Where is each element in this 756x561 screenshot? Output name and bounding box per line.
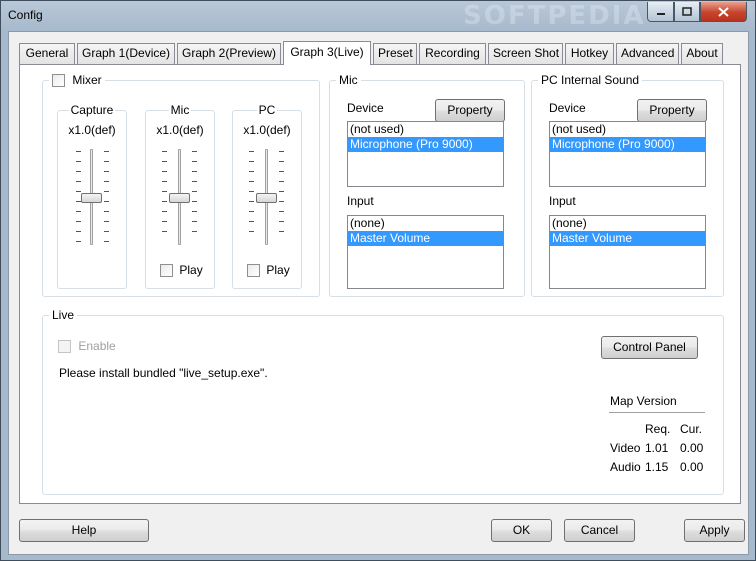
- map-row-audio-cur: 0.00: [680, 460, 704, 474]
- pc-input-list[interactable]: (none) Master Volume: [549, 215, 706, 289]
- enable-checkbox[interactable]: [58, 340, 71, 354]
- pc-ticks-left: [249, 151, 255, 241]
- title-bar[interactable]: Config SOFTPEDIA: [1, 1, 755, 31]
- live-group-title: Live: [49, 308, 78, 322]
- mixer-group: Mixer Capture x1.0(def) Mic x1.0(def) Pl…: [42, 73, 320, 297]
- control-panel-button[interactable]: Control Panel: [601, 336, 698, 359]
- list-item[interactable]: (not used): [348, 122, 503, 137]
- mixer-checkbox-row[interactable]: Mixer: [49, 73, 105, 88]
- tab-screen-shot[interactable]: Screen Shot: [488, 43, 563, 64]
- graph3-live-panel: Mixer Capture x1.0(def) Mic x1.0(def) Pl…: [19, 64, 741, 504]
- mic-device-list[interactable]: (not used) Microphone (Pro 9000): [347, 121, 504, 187]
- map-row-audio-req: 1.15: [645, 460, 669, 474]
- map-version-title: Map Version: [610, 394, 677, 408]
- map-row-video-cur: 0.00: [680, 441, 704, 455]
- mic-play-row[interactable]: Play: [160, 263, 203, 278]
- list-item[interactable]: Master Volume: [348, 231, 503, 246]
- mic-group-title: Mic: [336, 73, 361, 87]
- tab-hotkey[interactable]: Hotkey: [565, 43, 614, 64]
- pc-sound-group-title: PC Internal Sound: [538, 73, 643, 87]
- mic-ticks-right: [192, 151, 198, 241]
- pc-slider-value: x1.0(def): [243, 123, 291, 137]
- pc-slider-box: PC x1.0(def) Play: [232, 103, 302, 289]
- map-row-audio-name: Audio: [610, 460, 641, 474]
- mic-device-label: Device: [347, 101, 384, 115]
- mixer-label: Mixer: [72, 73, 102, 87]
- window-title: Config: [8, 8, 43, 22]
- live-group: Live Enable Please install bundled "live…: [42, 308, 724, 495]
- mic-slider-title: Mic: [168, 103, 192, 117]
- pc-input-label: Input: [549, 194, 576, 208]
- list-item[interactable]: (none): [550, 216, 705, 231]
- maximize-button[interactable]: [674, 2, 700, 22]
- pc-play-row[interactable]: Play: [247, 263, 290, 278]
- maximize-icon: [682, 7, 692, 16]
- tab-general[interactable]: General: [19, 43, 75, 64]
- cancel-button[interactable]: Cancel: [564, 519, 635, 542]
- pc-ticks-right: [279, 151, 285, 241]
- install-message: Please install bundled "live_setup.exe".: [59, 366, 268, 380]
- pc-property-button[interactable]: Property: [637, 99, 707, 122]
- map-col-cur: Cur.: [680, 422, 703, 436]
- pc-internal-sound-group: PC Internal Sound Device Property (not u…: [531, 73, 724, 297]
- ok-button[interactable]: OK: [491, 519, 552, 542]
- enable-row[interactable]: Enable: [58, 339, 116, 354]
- help-button[interactable]: Help: [19, 519, 149, 542]
- enable-label: Enable: [78, 339, 116, 353]
- pc-slider-thumb[interactable]: [256, 193, 277, 203]
- close-icon: [718, 6, 729, 17]
- mic-slider-box: Mic x1.0(def) Play: [145, 103, 215, 289]
- client-area: General Graph 1(Device) Graph 2(Preview)…: [8, 31, 749, 555]
- tab-recording[interactable]: Recording: [419, 43, 486, 64]
- mic-ticks-left: [162, 151, 168, 241]
- mic-play-label: Play: [179, 263, 203, 277]
- mic-play-checkbox[interactable]: [160, 264, 173, 278]
- mic-group: Mic Device Property (not used) Microphon…: [329, 73, 525, 297]
- pc-play-checkbox[interactable]: [247, 264, 260, 278]
- map-col-req: Req.: [645, 422, 671, 436]
- map-version-divider: [609, 412, 705, 413]
- map-row-video-name: Video: [610, 441, 641, 455]
- tab-about[interactable]: About: [681, 43, 723, 64]
- list-item[interactable]: (none): [348, 216, 503, 231]
- list-item[interactable]: Master Volume: [550, 231, 705, 246]
- capture-slider-box: Capture x1.0(def): [57, 103, 127, 289]
- capture-ticks-right: [104, 151, 110, 251]
- apply-button[interactable]: Apply: [684, 519, 745, 542]
- tab-graph3-live[interactable]: Graph 3(Live): [283, 41, 371, 65]
- pc-device-list[interactable]: (not used) Microphone (Pro 9000): [549, 121, 706, 187]
- tab-graph2-preview[interactable]: Graph 2(Preview): [177, 43, 281, 64]
- pc-play-label: Play: [266, 263, 290, 277]
- mic-input-list[interactable]: (none) Master Volume: [347, 215, 504, 289]
- pc-device-label: Device: [549, 101, 586, 115]
- close-button[interactable]: [700, 2, 747, 22]
- tab-preset[interactable]: Preset: [373, 43, 417, 64]
- mic-input-label: Input: [347, 194, 374, 208]
- minimize-button[interactable]: [647, 2, 674, 22]
- watermark: SOFTPEDIA: [463, 1, 646, 31]
- list-item[interactable]: Microphone (Pro 9000): [550, 137, 705, 152]
- pc-slider-title: PC: [256, 103, 278, 117]
- config-window: Config SOFTPEDIA General Graph 1(Device)…: [0, 0, 756, 561]
- list-item[interactable]: (not used): [550, 122, 705, 137]
- tab-advanced[interactable]: Advanced: [616, 43, 679, 64]
- minimize-icon: [656, 12, 665, 15]
- mixer-checkbox[interactable]: [52, 74, 65, 88]
- capture-slider-thumb[interactable]: [81, 193, 102, 203]
- capture-title: Capture: [68, 103, 116, 117]
- mic-slider-value: x1.0(def): [156, 123, 204, 137]
- mic-slider-thumb[interactable]: [169, 193, 190, 203]
- list-item[interactable]: Microphone (Pro 9000): [348, 137, 503, 152]
- mic-property-button[interactable]: Property: [435, 99, 505, 122]
- capture-value: x1.0(def): [68, 123, 116, 137]
- tab-graph1-device[interactable]: Graph 1(Device): [77, 43, 175, 64]
- map-row-video-req: 1.01: [645, 441, 669, 455]
